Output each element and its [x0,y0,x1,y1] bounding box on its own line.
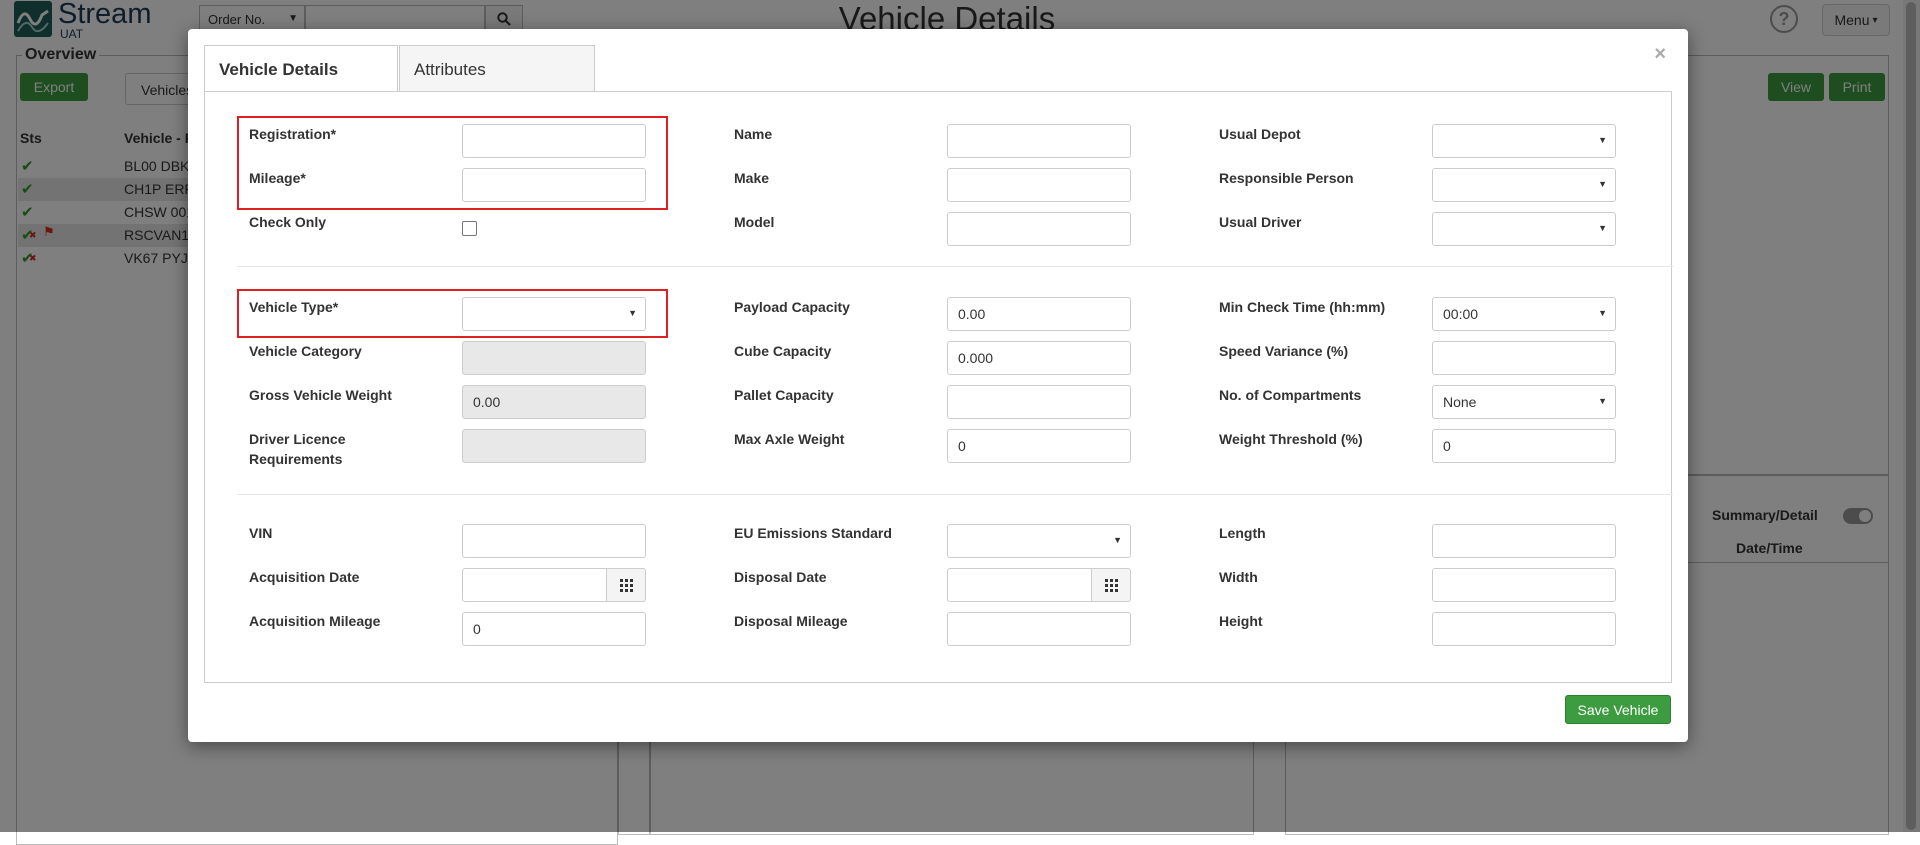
make-input[interactable] [947,168,1131,202]
driver-licence-input [462,429,646,463]
length-input[interactable] [1432,524,1616,558]
max-axle-weight-input[interactable]: 0 [947,429,1131,463]
driver-licence-label-line2: Requirements [249,451,343,467]
check-only-checkbox[interactable] [462,221,477,236]
vehicle-type-label: Vehicle Type* [249,299,339,315]
driver-licence-label: Driver Licence Requirements [249,429,346,469]
mileage-label: Mileage* [249,170,306,186]
vehicle-details-modal: × Vehicle Details Attributes Registratio… [188,29,1688,742]
chevron-down-icon: ▼ [1598,223,1607,233]
section-divider [237,266,1673,267]
vehicle-category-input [462,341,646,375]
responsible-person-label: Responsible Person [1219,170,1354,186]
max-axle-weight-label: Max Axle Weight [734,431,845,447]
check-only-label: Check Only [249,214,327,230]
min-check-time-select[interactable]: 00:00 ▼ [1432,297,1616,331]
disposal-mileage-label: Disposal Mileage [734,613,848,629]
tab-attributes[interactable]: Attributes [399,45,595,91]
calendar-grid-icon [1104,578,1118,592]
calendar-grid-icon [619,578,633,592]
chevron-down-icon: ▼ [1598,135,1607,145]
vehicle-type-select[interactable]: ▼ [462,297,646,331]
weight-threshold-label: Weight Threshold (%) [1219,431,1363,447]
section-divider [237,494,1673,495]
close-icon[interactable]: × [1654,43,1666,66]
payload-capacity-label: Payload Capacity [734,299,850,315]
registration-label: Registration* [249,126,337,142]
usual-driver-select[interactable]: ▼ [1432,212,1616,246]
compartments-label: No. of Compartments [1219,387,1362,403]
disposal-mileage-input[interactable] [947,612,1131,646]
height-label: Height [1219,613,1263,629]
usual-depot-label: Usual Depot [1219,126,1301,142]
disposal-date-label: Disposal Date [734,569,827,585]
chevron-down-icon: ▼ [1113,535,1122,545]
weight-threshold-input[interactable]: 0 [1432,429,1616,463]
payload-capacity-input[interactable]: 0.00 [947,297,1131,331]
speed-variance-label: Speed Variance (%) [1219,343,1349,359]
acquisition-date-label: Acquisition Date [249,569,360,585]
driver-licence-label-line1: Driver Licence [249,431,346,447]
gross-vehicle-weight-label: Gross Vehicle Weight [249,387,392,403]
usual-driver-label: Usual Driver [1219,214,1302,230]
height-input[interactable] [1432,612,1616,646]
disposal-date-picker-button[interactable] [1092,568,1131,602]
pallet-capacity-input[interactable] [947,385,1131,419]
save-vehicle-button[interactable]: Save Vehicle [1565,695,1671,724]
acquisition-mileage-input[interactable]: 0 [462,612,646,646]
disposal-date-input[interactable] [947,568,1092,602]
min-check-time-label: Min Check Time (hh:mm) [1219,299,1386,315]
mileage-input[interactable] [462,168,646,202]
pallet-capacity-label: Pallet Capacity [734,387,834,403]
acquisition-mileage-label: Acquisition Mileage [249,613,381,629]
cube-capacity-label: Cube Capacity [734,343,832,359]
usual-depot-select[interactable]: ▼ [1432,124,1616,158]
eu-emissions-label: EU Emissions Standard [734,525,892,541]
acquisition-date-input[interactable] [462,568,607,602]
eu-emissions-select[interactable]: ▼ [947,524,1131,558]
chevron-down-icon: ▼ [1598,179,1607,189]
chevron-down-icon: ▼ [628,308,637,318]
width-input[interactable] [1432,568,1616,602]
registration-input[interactable] [462,124,646,158]
vehicle-category-label: Vehicle Category [249,343,362,359]
make-label: Make [734,170,770,186]
cube-capacity-input[interactable]: 0.000 [947,341,1131,375]
chevron-down-icon: ▼ [1598,308,1607,318]
min-check-time-value: 00:00 [1443,306,1479,322]
tab-content-panel: Registration* Mileage* Check Only Name M… [204,91,1673,683]
length-label: Length [1219,525,1266,541]
vin-label: VIN [249,525,273,541]
acquisition-date-picker-button[interactable] [607,568,646,602]
responsible-person-select[interactable]: ▼ [1432,168,1616,202]
chevron-down-icon: ▼ [1598,396,1607,406]
tab-vehicle-details[interactable]: Vehicle Details [204,45,398,92]
model-label: Model [734,214,775,230]
name-input[interactable] [947,124,1131,158]
compartments-value: None [1443,394,1477,410]
width-label: Width [1219,569,1258,585]
vin-input[interactable] [462,524,646,558]
gross-vehicle-weight-input: 0.00 [462,385,646,419]
name-label: Name [734,126,773,142]
model-input[interactable] [947,212,1131,246]
speed-variance-input[interactable] [1432,341,1616,375]
compartments-select[interactable]: None ▼ [1432,385,1616,419]
